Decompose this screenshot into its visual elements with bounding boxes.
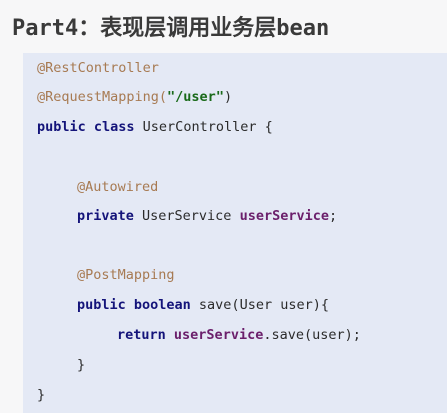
annotation-autowired: @Autowired — [77, 179, 159, 195]
keyword-private: private — [77, 208, 134, 224]
slide-title: Part4：表现层调用业务层bean — [12, 16, 330, 41]
code-line-7: public boolean save(User user){ — [77, 295, 329, 315]
field-type: UserService — [133, 208, 240, 224]
field-user-service-ref: userService — [173, 327, 264, 343]
slide: Part4：表现层调用业务层bean @RestController @Requ… — [0, 0, 447, 413]
code-line-1: @RestController — [37, 58, 159, 78]
code-line-6: @PostMapping — [77, 265, 175, 285]
keyword-return: return — [117, 327, 166, 343]
code-line-8: return userService.save(user); — [117, 325, 361, 345]
code-line-10: } — [37, 385, 45, 405]
method-close-brace: } — [77, 357, 86, 373]
annotation-post-mapping: @PostMapping — [77, 267, 175, 283]
code-line-2: @RequestMapping("/user") — [37, 87, 232, 107]
method-signature: save(User user){ — [190, 297, 329, 313]
code-line-3: public class UserController { — [37, 117, 273, 137]
keyword-public-boolean: public boolean — [77, 297, 191, 313]
paren-close: ) — [223, 89, 233, 105]
code-line-4: @Autowired — [77, 177, 158, 197]
annotation-rest-controller: @RestController — [37, 60, 159, 76]
method-call: .save(user); — [263, 327, 361, 343]
keyword-public-class: public class — [37, 119, 135, 135]
semicolon: ; — [328, 208, 338, 224]
class-close-brace: } — [37, 387, 46, 403]
annotation-request-mapping: @RequestMapping( — [37, 89, 168, 105]
mapping-path-string: "/user" — [167, 89, 224, 105]
class-declaration: UserController { — [134, 119, 273, 135]
code-block: @RestController @RequestMapping("/user")… — [23, 53, 447, 413]
code-line-5: private UserService userService; — [77, 206, 337, 226]
code-line-9: } — [77, 355, 85, 375]
field-user-service: userService — [239, 208, 329, 224]
